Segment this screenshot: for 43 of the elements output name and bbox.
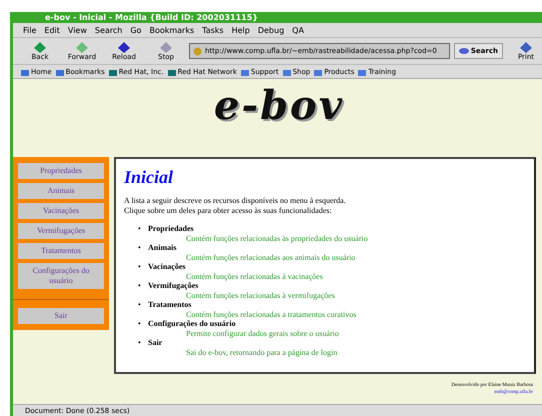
bullet: • [138,262,142,272]
site-logo: e-bov [214,81,344,131]
menu-item[interactable]: Go [130,26,142,34]
menu-link[interactable]: Animais [18,183,104,199]
menu-item[interactable]: QA [292,26,304,34]
logout-link[interactable]: Sair [18,308,104,324]
menu-item[interactable]: Edit [44,26,60,34]
item-description: Contém funções relacionadas à vacinações [185,272,324,281]
bullet: • [138,319,142,328]
menu-link[interactable]: Tratamentos [18,243,104,259]
item-description: Contém funções relacionadas à vermifugações [185,290,336,300]
item-title: Configurações do usuário [148,319,236,328]
bullet: • [138,224,142,234]
menu-item[interactable]: Debug [258,26,284,34]
menu-item[interactable]: File [23,26,36,34]
item-description: Permite configurar dados gerais sobre o usuário [185,328,340,338]
item-description: Contém funções relacionadas a tratamentos curativos [185,310,358,319]
menu-link[interactable]: Vacinações [18,203,104,219]
window-title: e-bov - Inicial - Mozilla {Build ID: 2002031115} [45,13,258,22]
item-title: Sair [148,338,162,348]
item-title: Propriedades [148,224,194,234]
item-title: Tratamentos [148,300,192,310]
bullet: • [138,243,142,252]
menu-item[interactable]: Help [232,26,250,34]
page-heading: Inicial [124,167,174,188]
item-description: Contém funções relacionadas aos animais do usuário [186,252,356,262]
menu-link[interactable]: Vermifugações [18,223,104,239]
menu-item[interactable]: Bookmarks [149,26,194,34]
item-title: Animais [148,243,176,252]
bullet: • [138,281,142,290]
bullet: • [138,300,142,310]
bullet: • [138,338,142,348]
item-description: Sai do e-bov, retornando para a página de login [185,348,338,357]
intro-text: Clique sobre um deles para obter acesso às suas funcionalidades: [124,206,333,216]
menu-link[interactable]: Propriedades [18,163,104,179]
item-title: Vacinações [148,262,186,272]
intro-text: A lista a seguir descreve os recursos disponíveis no menu à esquerda. [124,196,347,206]
menu-item[interactable]: Search [94,26,122,34]
item-description: Contém funções relacionadas às propriedades do usuário [185,234,369,243]
menu-item[interactable]: View [68,26,87,34]
menu-link[interactable]: Configurações do usuário [18,263,104,289]
menu-item[interactable]: Tasks [202,26,224,34]
item-title: Vermifugações [148,281,198,290]
